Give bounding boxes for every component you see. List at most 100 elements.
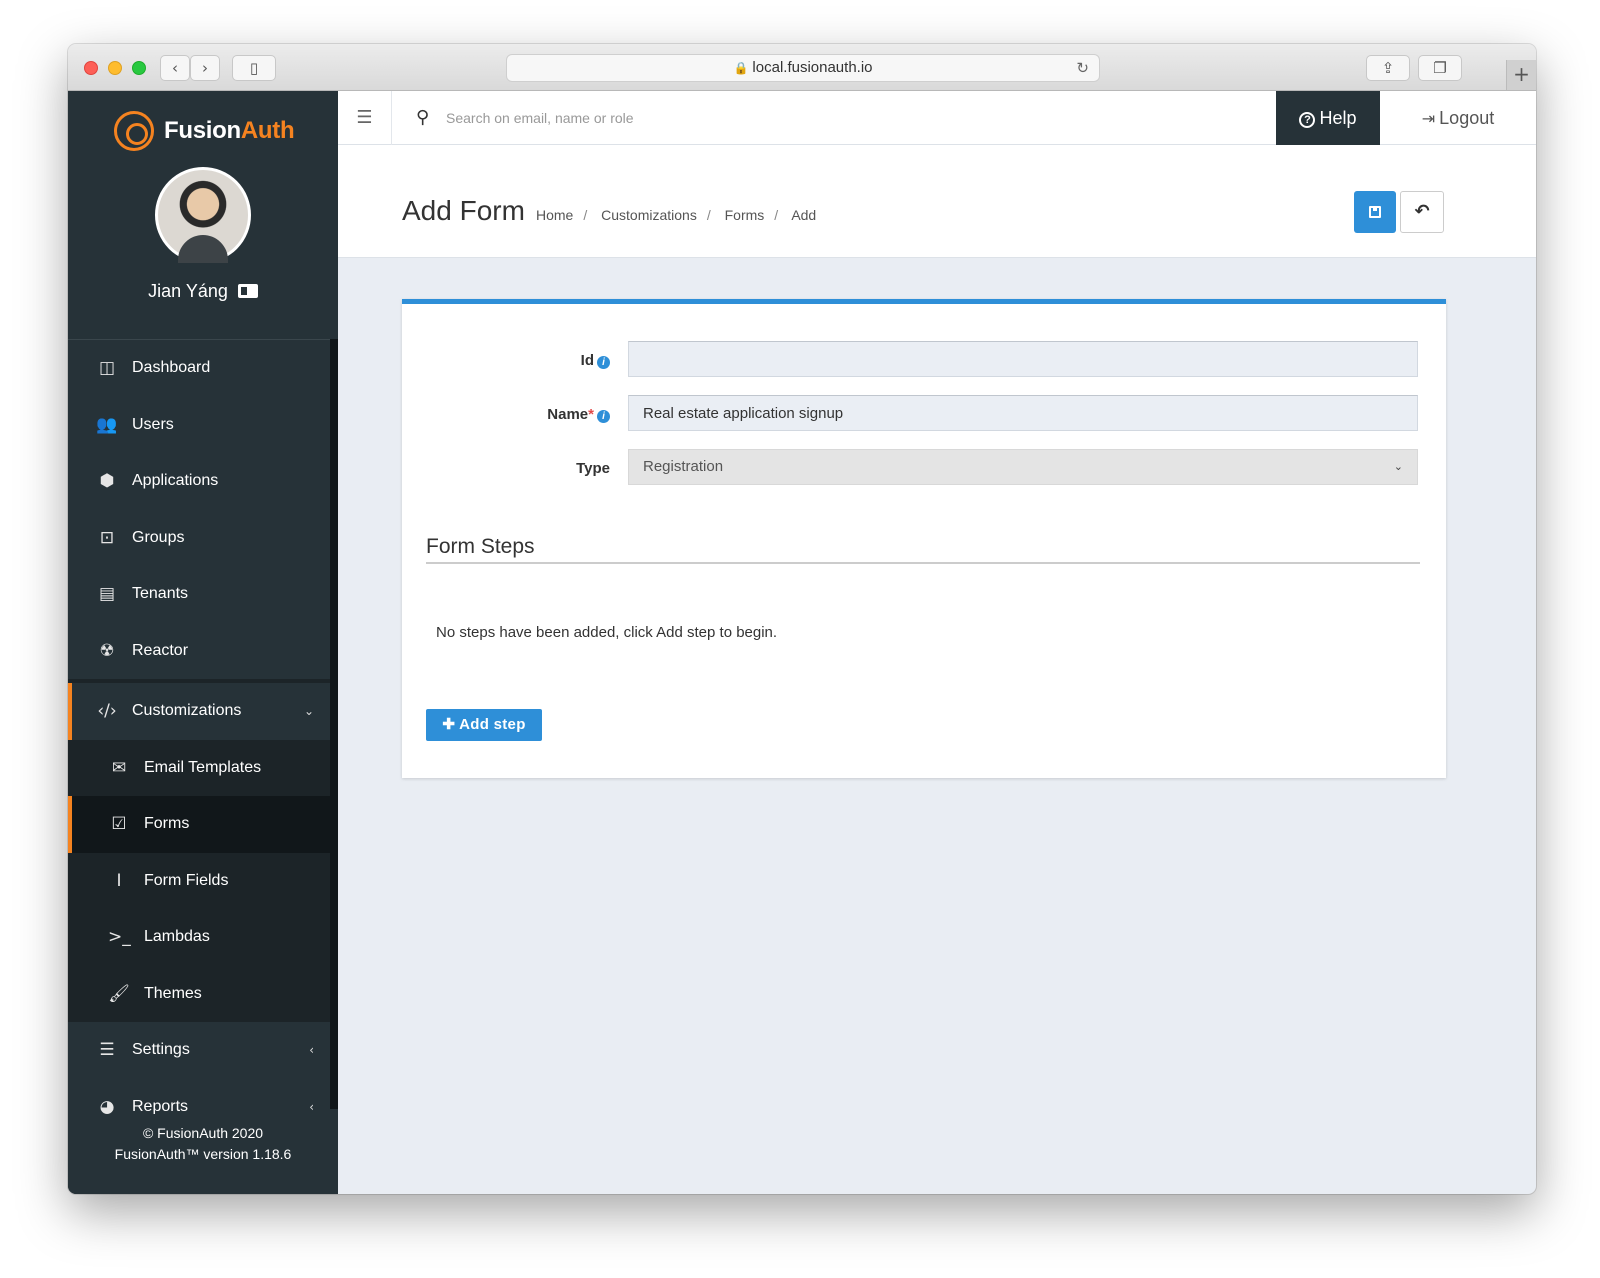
section-divider: [426, 562, 1420, 564]
tabs-overview-button[interactable]: ❐: [1418, 55, 1462, 81]
form-steps-heading: Form Steps: [426, 535, 535, 558]
fusionauth-logo-icon: [114, 111, 154, 151]
sidebar: FusionAuth Jian Yáng ◫ Dashboard 👥 Users ⬢…: [68, 91, 338, 1194]
dashboard-icon: ◫: [98, 358, 116, 379]
top-bar: ☰ ⚲ ?Help ⇥Logout: [338, 91, 1536, 145]
url-text: local.fusionauth.io: [752, 59, 873, 76]
minimize-window-button[interactable]: [108, 61, 122, 75]
id-field[interactable]: [628, 341, 1418, 377]
sidebar-footer: © FusionAuth 2020 FusionAuth™ version 1.…: [68, 1114, 338, 1194]
help-button[interactable]: ? Help: [1276, 91, 1380, 145]
sidebar-item-label: Dashboard: [132, 359, 211, 377]
sidebar-nav: ◫ Dashboard 👥 Users ⬢ Applications ⊡ Groups …: [68, 339, 330, 1135]
breadcrumb-forms[interactable]: Forms: [725, 207, 765, 223]
sidebar-item-dashboard[interactable]: ◫ Dashboard: [68, 340, 330, 397]
sidebar-item-form-fields[interactable]: I Form Fields: [68, 852, 330, 909]
sidebar-item-users[interactable]: 👥 Users: [68, 397, 330, 454]
code-icon: ‹/›: [97, 701, 117, 722]
footer-version: FusionAuth™ version 1.18.6: [114, 1146, 292, 1162]
add-step-button[interactable]: ✚ Add step: [426, 709, 542, 741]
sidebar-item-label: Lambdas: [144, 928, 210, 946]
add-step-label: Add step: [459, 716, 526, 733]
type-label: Type: [576, 460, 610, 477]
page-title: Add Form: [402, 195, 525, 226]
groups-icon: ⊡: [99, 527, 115, 548]
sidebar-item-label: Tenants: [132, 585, 189, 603]
plus-icon: ✚: [442, 716, 460, 733]
share-icon: ⇪: [1381, 59, 1395, 77]
sidebar-item-reactor[interactable]: ☢ Reactor: [68, 623, 330, 680]
sliders-icon: ☰: [99, 1040, 115, 1061]
sidebar-toggle-button[interactable]: ▯: [232, 55, 276, 81]
breadcrumb-home[interactable]: Home: [536, 207, 573, 223]
chevron-left-icon: ‹: [172, 59, 178, 77]
logout-label: Logout: [1439, 108, 1495, 128]
sidebar-item-label: Form Fields: [144, 871, 229, 889]
info-icon[interactable]: i: [597, 410, 610, 423]
lock-icon: 🔒: [733, 61, 749, 75]
form-panel: Idi Name*i Type Registration ⌄ Form Step…: [402, 299, 1446, 778]
chevron-down-icon: ⌄: [303, 704, 314, 719]
reload-icon[interactable]: ↻: [1076, 55, 1089, 81]
address-bar[interactable]: 🔒 local.fusionauth.io ↻: [506, 54, 1100, 82]
sidebar-item-label: Users: [132, 415, 174, 433]
avatar[interactable]: [155, 167, 251, 263]
sidebar-item-label: Email Templates: [144, 758, 262, 776]
help-label: Help: [1319, 108, 1357, 128]
id-label: Id i: [581, 352, 610, 369]
id-card-icon[interactable]: [237, 284, 258, 298]
check-square-icon: ☑: [111, 814, 127, 835]
envelope-icon: ✉: [111, 757, 127, 778]
sidebar-item-email-templates[interactable]: ✉ Email Templates: [68, 739, 330, 796]
back-nav-button[interactable]: ‹: [160, 55, 190, 81]
info-icon[interactable]: i: [597, 356, 610, 369]
undo-arrow-icon: ↶: [1414, 201, 1430, 222]
sidebar-item-applications[interactable]: ⬢ Applications: [68, 453, 330, 510]
search-input[interactable]: [446, 105, 946, 131]
sign-out-icon: ⇥: [1421, 109, 1436, 128]
browser-toolbar: ‹ › ▯ 🔒 local.fusionauth.io ↻ ⇪ ❐ +: [68, 44, 1536, 91]
sidebar-item-label: Themes: [144, 984, 202, 1002]
sidebar-item-themes[interactable]: 🖌 Themes: [68, 965, 330, 1022]
name-field[interactable]: [628, 395, 1418, 431]
logout-button[interactable]: ⇥ Logout: [1380, 91, 1536, 145]
menu-toggle-button[interactable]: ☰: [338, 91, 392, 145]
sidebar-item-lambdas[interactable]: >_ Lambdas: [68, 909, 330, 966]
question-circle-icon: ?: [1299, 112, 1316, 128]
sidebar-item-label: Applications: [132, 472, 219, 490]
new-tab-button[interactable]: +: [1506, 60, 1536, 90]
page-header: Add Form Home / Customizations / Forms / Ad…: [338, 145, 1536, 258]
fusionauth-logo[interactable]: FusionAuth: [114, 111, 295, 151]
users-icon: 👥: [96, 414, 118, 435]
forward-nav-button[interactable]: ›: [190, 55, 220, 81]
sidebar-item-tenants[interactable]: ▤ Tenants: [68, 566, 330, 623]
chevron-left-icon: ‹: [309, 1043, 314, 1058]
save-button[interactable]: [1354, 191, 1396, 233]
share-button[interactable]: ⇪: [1366, 55, 1410, 81]
type-select-value: Registration: [643, 458, 724, 475]
sidebar-item-label: Reactor: [132, 641, 189, 659]
sidebar-item-settings[interactable]: ☰ Settings ‹: [68, 1022, 330, 1079]
sidebar-item-groups[interactable]: ⊡ Groups: [68, 510, 330, 567]
footer-copyright: © FusionAuth 2020: [142, 1125, 264, 1141]
breadcrumb-customizations[interactable]: Customizations: [601, 207, 697, 223]
search-icon: ⚲: [416, 107, 430, 128]
tabs-icon: ❐: [1433, 59, 1447, 77]
paint-brush-icon: 🖌: [108, 983, 130, 1004]
breadcrumb-add: Add: [791, 207, 817, 223]
sidebar-item-label: Forms: [144, 815, 190, 833]
save-icon: [1369, 206, 1381, 218]
sidebar-item-customizations[interactable]: ‹/› Customizations ⌄: [68, 683, 330, 740]
close-window-button[interactable]: [84, 61, 98, 75]
user-name[interactable]: Jian Yáng: [68, 281, 338, 302]
breadcrumb-separator: /: [774, 207, 779, 223]
indent-icon: ☰: [356, 107, 373, 128]
chevron-left-icon: ‹: [309, 1099, 314, 1114]
sidebar-item-forms[interactable]: ☑ Forms: [68, 796, 330, 853]
back-button[interactable]: ↶: [1400, 191, 1444, 233]
chevron-down-icon: ⌄: [1393, 460, 1403, 473]
sidebar-item-label: Settings: [132, 1041, 190, 1059]
type-select[interactable]: Registration ⌄: [628, 449, 1418, 485]
zoom-window-button[interactable]: [132, 61, 146, 75]
sidebar-scrollbar[interactable]: [330, 339, 338, 1109]
